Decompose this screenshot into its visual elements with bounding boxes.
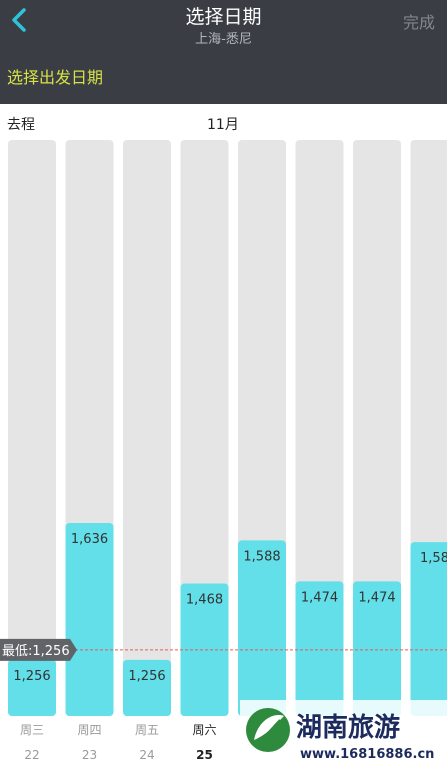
price-label: 1,588 (243, 549, 280, 564)
outbound-label: 去程 (7, 117, 35, 133)
date-number[interactable]: 23 (82, 748, 97, 762)
price-label: 1,256 (13, 669, 50, 684)
weekday-label: 周四 (77, 723, 101, 737)
price-bar[interactable] (238, 540, 286, 716)
price-calendar-chart[interactable]: 1,256 周三 22 1,636 周四 23 1,256 周五 24 1,468 周六 25 1,58… (0, 104, 447, 767)
date-number[interactable]: 25 (196, 748, 213, 762)
header-bar: 选择日期 上海-悉尼 完成 选择出发日期 (0, 0, 447, 104)
date-column[interactable] (123, 140, 171, 716)
price-label: 1,474 (358, 590, 395, 605)
lowest-price-text: 最低:1,256 (2, 644, 70, 659)
date-number[interactable]: 24 (139, 748, 154, 762)
price-bar[interactable] (65, 523, 114, 716)
weekday-label: 周三 (20, 723, 44, 737)
route-subtitle: 上海-悉尼 (195, 32, 252, 47)
price-label: 1,474 (301, 590, 338, 605)
done-button[interactable]: 完成 (403, 9, 435, 33)
date-price-strip[interactable]: 1,256 周三 22 1,636 周四 23 1,256 周五 24 1,468 周六 25 1,58… (0, 104, 447, 767)
price-label: 1,468 (186, 593, 223, 608)
price-label: 1,256 (128, 669, 165, 684)
month-label: 11月 (207, 117, 239, 133)
price-bar[interactable] (410, 542, 447, 716)
watermark-url: www.16816886.cn (300, 747, 434, 762)
price-label: 1,58 (420, 551, 447, 566)
leaf-logo-icon (246, 708, 290, 752)
price-label: 1,636 (71, 532, 108, 547)
weekday-label: 周五 (135, 723, 159, 737)
date-column[interactable] (8, 140, 56, 716)
date-number[interactable]: 22 (24, 748, 39, 762)
watermark-title: 湖南旅游 (296, 713, 400, 743)
weekday-label: 周六 (192, 723, 216, 737)
site-watermark: 湖南旅游 www.16816886.cn (240, 700, 447, 767)
select-departure-prompt: 选择出发日期 (7, 68, 104, 87)
page-title: 选择日期 (185, 6, 262, 28)
